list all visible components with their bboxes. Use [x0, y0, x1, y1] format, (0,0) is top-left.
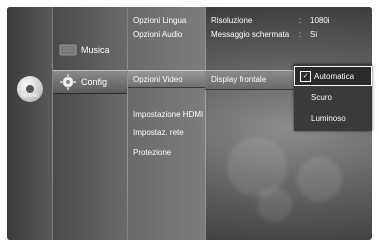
dropdown-option-label: Luminoso: [311, 113, 346, 123]
submenu-item-opzioni-audio[interactable]: Opzioni Audio: [133, 30, 182, 39]
main-menu-item-musica[interactable]: Musica: [53, 39, 127, 61]
setting-separator: :: [299, 16, 302, 25]
submenu-item-opzioni-lingua[interactable]: Opzioni Lingua: [133, 16, 186, 25]
main-menu-item-config[interactable]: Config: [53, 70, 127, 94]
display-frontale-dropdown[interactable]: ✓ Automatica Scuro Luminoso: [294, 64, 372, 131]
submenu-item-impostazione-hdmi[interactable]: Impostazione HDMI: [133, 110, 203, 119]
dropdown-option-scuro[interactable]: Scuro: [294, 87, 372, 107]
setting-value-messaggio-schermata: Si: [310, 30, 318, 39]
main-menu-label: Config: [81, 77, 108, 87]
dropdown-option-automatica[interactable]: ✓ Automatica: [294, 66, 372, 86]
background-bokeh: [297, 157, 342, 202]
checkmark-icon: ✓: [300, 70, 311, 82]
column-divider: [205, 7, 206, 240]
disc-status-label: No Disc: [21, 93, 39, 99]
disc-column: [7, 7, 52, 240]
submenu-column: [128, 7, 205, 240]
gear-icon: [57, 73, 79, 91]
dropdown-option-label: Scuro: [311, 92, 332, 102]
column-divider: [127, 7, 128, 240]
submenu-item-impostaz-rete[interactable]: Impostaz. rete: [133, 128, 184, 137]
submenu-item-opzioni-video[interactable]: Opzioni Video: [128, 70, 205, 88]
submenu-item-protezione[interactable]: Protezione: [133, 148, 171, 157]
dropdown-option-luminoso[interactable]: Luminoso: [294, 108, 372, 128]
setting-label-display-frontale[interactable]: Display frontale: [211, 75, 266, 84]
setting-separator: :: [299, 30, 302, 39]
setting-label-risoluzione[interactable]: Risoluzione: [211, 16, 252, 25]
setting-label-messaggio-schermata[interactable]: Messaggio schermata: [211, 30, 289, 39]
dropdown-option-label: Automatica: [314, 71, 355, 81]
setting-value-risoluzione: 1080i: [310, 16, 330, 25]
main-menu-label: Musica: [81, 45, 110, 55]
music-icon: [57, 41, 79, 59]
background-bokeh: [257, 187, 292, 222]
